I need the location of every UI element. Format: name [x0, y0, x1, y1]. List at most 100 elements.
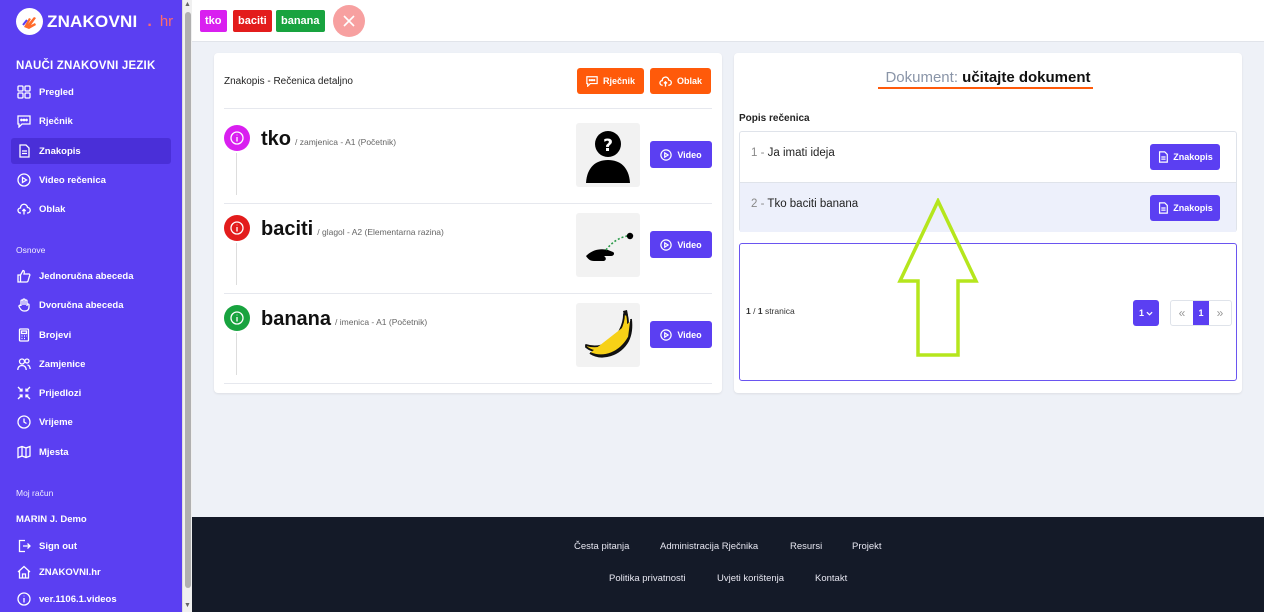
page-status: 1 / 1 stranica — [746, 306, 795, 316]
first-page-icon[interactable]: « — [1171, 301, 1193, 325]
chevron-down-icon — [1146, 311, 1153, 316]
video-button-label: Video — [677, 149, 702, 160]
word-meta: / imenica - A1 (Početnik) — [335, 317, 428, 327]
sidebar-item-vrijeme[interactable]: Vrijeme — [11, 409, 171, 435]
word-heading: tko / zamjenica - A1 (Početnik) — [261, 128, 396, 151]
sentence-list-title: Popis rečenica — [739, 113, 810, 124]
sidebar-item-jednorucna-abeceda[interactable]: Jednoručna abeceda — [11, 263, 171, 289]
footer-link-admin[interactable]: Administracija Rječnika — [660, 541, 758, 552]
version-link[interactable]: ver.1106.1.videos — [11, 586, 171, 612]
list-item[interactable]: 2 - Tko baciti banana Znakopis — [740, 182, 1236, 232]
info-badge-icon[interactable] — [224, 215, 250, 241]
grid-icon — [17, 85, 31, 99]
sentence-content: Tko baciti banana — [767, 198, 859, 210]
cloud-upload-icon — [659, 75, 672, 87]
footer: Česta pitanja Administracija Rječnika Re… — [192, 517, 1264, 612]
card-title: Znakopis - Rečenica detaljno — [224, 76, 353, 87]
clock-icon — [17, 415, 31, 429]
word-chip-baciti[interactable]: baciti — [233, 10, 272, 32]
last-page-icon[interactable]: » — [1209, 301, 1231, 325]
sidebar-item-label: ver.1106.1.videos — [39, 593, 117, 605]
sidebar-item-zamjenice[interactable]: Zamjenice — [11, 351, 171, 377]
close-icon — [343, 15, 355, 27]
word-connector — [236, 333, 237, 375]
info-badge-icon[interactable] — [224, 125, 250, 151]
sidebar-item-mjesta[interactable]: Mjesta — [11, 439, 171, 465]
play-icon — [660, 148, 673, 161]
footer-link-contact[interactable]: Kontakt — [815, 573, 847, 584]
word-heading: banana / imenica - A1 (Početnik) — [261, 308, 427, 331]
sign-out-icon — [18, 539, 31, 553]
document-card: Dokument: učitajte dokument Popis rečeni… — [734, 53, 1242, 393]
info-badge-icon[interactable] — [224, 305, 250, 331]
footer-link-resources[interactable]: Resursi — [790, 541, 822, 552]
divider — [224, 383, 712, 384]
throwing-hand-icon — [586, 232, 634, 261]
page-label: stranica — [764, 306, 795, 316]
document-heading[interactable]: Dokument: učitajte dokument — [734, 69, 1242, 86]
footer-link-terms[interactable]: Uvjeti korištenja — [717, 573, 784, 584]
sidebar-item-label: Pregled — [39, 86, 74, 98]
sidebar-scrollbar[interactable]: ▲ ▼ — [182, 0, 192, 612]
sidebar-item-brojevi[interactable]: Brojevi — [11, 322, 171, 348]
video-button[interactable]: Video — [650, 231, 712, 258]
sidebar-item-label: Sign out — [39, 540, 77, 552]
sidebar-item-label: Oblak — [39, 203, 66, 215]
sidebar-item-prijedlozi[interactable]: Prijedlozi — [11, 380, 171, 406]
sidebar-item-label: Dvoručna abeceda — [39, 299, 124, 311]
sidebar-item-dvorucna-abeceda[interactable]: Dvoručna abeceda — [11, 292, 171, 318]
sidebar-item-video-recenica[interactable]: Video rečenica — [11, 167, 171, 193]
word-row-banana: banana / imenica - A1 (Početnik) Video — [214, 293, 722, 383]
brand-dot: . — [147, 12, 152, 30]
video-button[interactable]: Video — [650, 141, 712, 168]
sidebar-item-znakopis[interactable]: Znakopis — [11, 138, 171, 164]
sentence-list: 1 - Ja imati ideja Znakopis 2 - Tko baci… — [739, 131, 1237, 232]
video-button-label: Video — [677, 329, 702, 340]
current-page-button[interactable]: 1 — [1193, 301, 1209, 325]
top-bar: tko baciti banana — [192, 0, 1264, 42]
section-title-account: Moj račun — [16, 488, 54, 498]
document-label: Dokument: — [885, 69, 958, 86]
brand-name: ZNAKOVNI — [47, 11, 138, 31]
znakopis-button-label: Znakopis — [1173, 152, 1213, 162]
footer-link-project[interactable]: Projekt — [852, 541, 882, 552]
word-chip-banana[interactable]: banana — [276, 10, 325, 32]
document-underline — [878, 87, 1093, 89]
cloud-upload-icon — [17, 203, 31, 215]
divider — [224, 108, 712, 109]
play-icon — [660, 328, 673, 341]
page-select[interactable]: 1 — [1133, 300, 1159, 326]
word-text: banana — [261, 308, 332, 330]
chat-icon — [586, 76, 598, 87]
document-icon — [19, 144, 30, 158]
home-link[interactable]: ZNAKOVNI.hr — [11, 559, 171, 585]
sentence-text: 1 - Ja imati ideja — [751, 147, 835, 159]
sidebar-item-rjecnik[interactable]: Rječnik — [11, 108, 171, 134]
chat-icon — [17, 115, 31, 128]
footer-link-privacy[interactable]: Politika privatnosti — [609, 573, 686, 584]
clear-words-button[interactable] — [333, 5, 365, 37]
section-title-basics: Osnove — [16, 245, 46, 255]
word-text: baciti — [261, 218, 314, 240]
list-item[interactable]: 1 - Ja imati ideja Znakopis — [740, 132, 1236, 182]
cloud-button[interactable]: Oblak — [650, 68, 712, 94]
scroll-up-icon[interactable]: ▲ — [184, 1, 191, 8]
section-title-main: NAUČI ZNAKOVNI JEZIK — [16, 60, 156, 72]
annotation-arrow-icon — [897, 198, 979, 357]
sidebar-item-pregled[interactable]: Pregled — [11, 79, 171, 105]
sidebar-item-oblak[interactable]: Oblak — [11, 196, 171, 222]
word-row-tko: tko / zamjenica - A1 (Početnik) ? Video — [214, 113, 722, 203]
info-icon — [17, 592, 31, 606]
znakopis-button[interactable]: Znakopis — [1150, 144, 1220, 170]
brand-logo[interactable]: ZNAKOVNI . hr — [16, 8, 173, 35]
scroll-down-icon[interactable]: ▼ — [184, 602, 191, 609]
thumb-icon — [17, 269, 31, 283]
word-chip-tko[interactable]: tko — [200, 10, 227, 32]
sign-out-link[interactable]: Sign out — [11, 533, 171, 559]
footer-link-faq[interactable]: Česta pitanja — [574, 541, 629, 552]
video-button[interactable]: Video — [650, 321, 712, 348]
znakopis-button[interactable]: Znakopis — [1150, 195, 1220, 221]
scrollbar-thumb[interactable] — [185, 12, 191, 588]
dictionary-button[interactable]: Rječnik — [577, 68, 645, 94]
sidebar: ZNAKOVNI . hr NAUČI ZNAKOVNI JEZIK Pregl… — [0, 0, 182, 612]
